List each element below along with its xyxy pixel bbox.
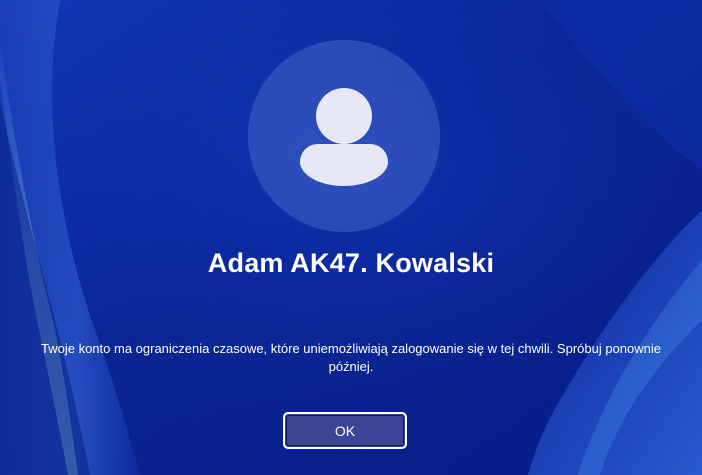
ok-button-label: OK [334,422,356,439]
user-display-name: Adam AK47. Kowalski [207,248,495,278]
user-silhouette-icon [300,88,388,186]
ok-button[interactable]: OK [283,412,407,449]
user-avatar [248,40,440,232]
account-restriction-message: Twoje konto ma ograniczenia czasowe, któ… [41,341,661,374]
